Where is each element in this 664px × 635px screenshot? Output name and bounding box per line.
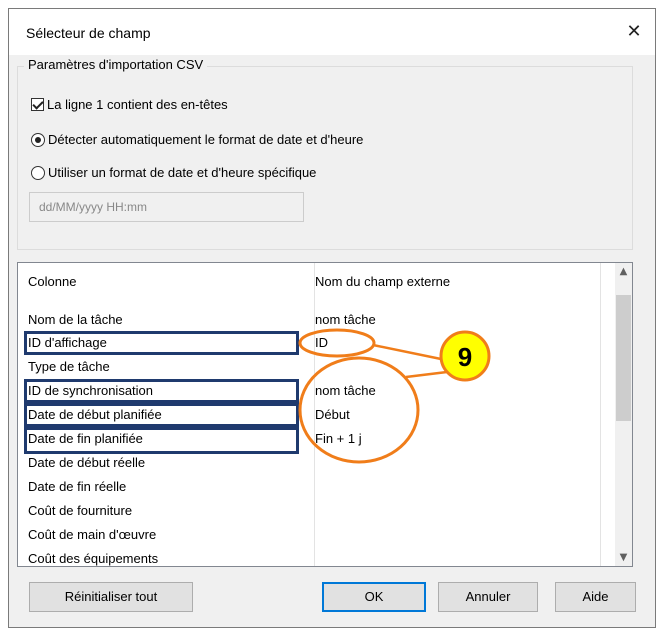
ok-button[interactable]: OK xyxy=(322,582,426,612)
reset-all-button[interactable]: Réinitialiser tout xyxy=(29,582,193,612)
callout-line xyxy=(372,343,442,361)
help-button[interactable]: Aide xyxy=(555,582,636,612)
callout-line xyxy=(405,370,448,379)
callout-annotation: 9 xyxy=(298,328,491,464)
cancel-button[interactable]: Annuler xyxy=(438,582,538,612)
callout-ellipse-large xyxy=(298,356,420,464)
callout-number: 9 xyxy=(458,342,472,372)
callout-ellipse-small xyxy=(298,328,376,358)
